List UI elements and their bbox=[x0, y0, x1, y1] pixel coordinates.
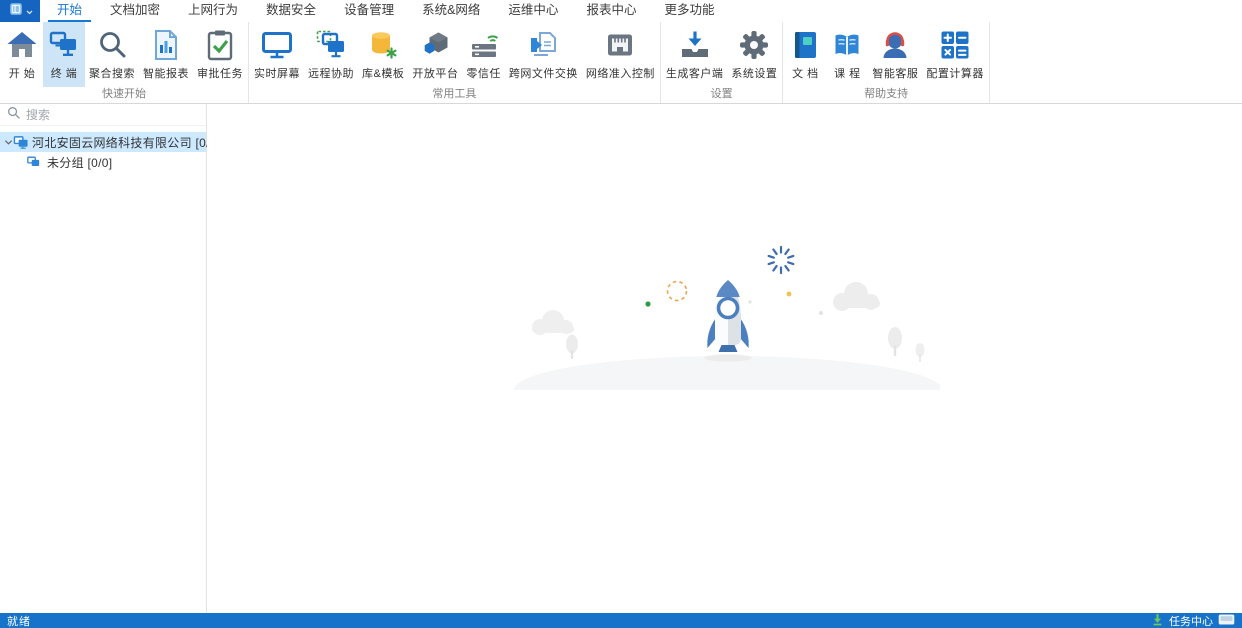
ribbon-button-label: 审批任务 bbox=[197, 65, 243, 81]
ribbon-button-生成客户端[interactable]: 生成客户端 bbox=[662, 22, 728, 87]
ribbon-group: 文 档课 程智能客服配置计算器帮助支持 bbox=[783, 22, 990, 103]
group-icon bbox=[26, 155, 44, 169]
library-template-icon bbox=[367, 29, 399, 61]
app-menu-button[interactable] bbox=[0, 0, 40, 22]
ribbon-button-label: 开放平台 bbox=[412, 65, 458, 81]
chevron-down-icon[interactable] bbox=[4, 138, 13, 147]
tab-数据安全[interactable]: 数据安全 bbox=[252, 0, 330, 22]
ribbon-button-label: 终 端 bbox=[51, 65, 78, 81]
document-icon bbox=[789, 29, 821, 61]
ribbon-button-label: 聚合搜索 bbox=[89, 65, 135, 81]
tree-node[interactable]: 河北安固云网络科技有限公司 [0/0] bbox=[0, 132, 206, 152]
ribbon-button-审批任务[interactable]: 审批任务 bbox=[193, 22, 247, 87]
tab-报表中心[interactable]: 报表中心 bbox=[572, 0, 650, 22]
ribbon-button-label: 实时屏幕 bbox=[254, 65, 300, 81]
ribbon-button-系统设置[interactable]: 系统设置 bbox=[727, 22, 781, 87]
ribbon-group-name: 帮助支持 bbox=[784, 87, 988, 103]
ribbon-button-实时屏幕[interactable]: 实时屏幕 bbox=[250, 22, 304, 87]
sidebar: 河北安固云网络科技有限公司 [0/0] 未分组 [0/0] bbox=[0, 104, 207, 613]
organization-icon bbox=[13, 135, 29, 150]
ribbon-group: 实时屏幕远程协助库&模板开放平台零信任跨网文件交换网络准入控制常用工具 bbox=[249, 22, 661, 103]
ribbon-button-跨网文件交换[interactable]: 跨网文件交换 bbox=[505, 22, 582, 87]
aggregate-search-icon bbox=[96, 29, 128, 61]
system-settings-icon bbox=[738, 29, 770, 61]
ribbon-button-label: 课 程 bbox=[834, 65, 861, 81]
ribbon-button-远程协助[interactable]: 远程协助 bbox=[304, 22, 358, 87]
app-icon bbox=[8, 1, 24, 22]
tab-文档加密[interactable]: 文档加密 bbox=[96, 0, 174, 22]
ribbon-button-label: 配置计算器 bbox=[926, 65, 984, 81]
ribbon-group-name: 常用工具 bbox=[250, 87, 659, 103]
ribbon-group-name: 快速开始 bbox=[1, 87, 247, 103]
ribbon-button-label: 远程协助 bbox=[308, 65, 354, 81]
chevron-down-icon bbox=[26, 2, 33, 20]
open-platform-icon bbox=[419, 29, 451, 61]
ribbon-group-name: 设置 bbox=[662, 87, 782, 103]
ribbon-button-终端[interactable]: 终 端 bbox=[43, 22, 85, 87]
tab-上网行为[interactable]: 上网行为 bbox=[174, 0, 252, 22]
ribbon-button-label: 智能报表 bbox=[143, 65, 189, 81]
ribbon-button-配置计算器[interactable]: 配置计算器 bbox=[922, 22, 988, 87]
tab-系统&网络[interactable]: 系统&网络 bbox=[408, 0, 494, 22]
terminal-icon bbox=[48, 29, 80, 61]
download-icon bbox=[1151, 613, 1164, 628]
task-center-label: 任务中心 bbox=[1169, 613, 1213, 628]
smart-service-icon bbox=[879, 29, 911, 61]
tab-开始[interactable]: 开始 bbox=[43, 0, 96, 22]
task-panel-icon[interactable] bbox=[1218, 614, 1235, 628]
tree-node[interactable]: 未分组 [0/0] bbox=[0, 152, 206, 172]
realtime-screen-icon bbox=[261, 29, 293, 61]
menu-tabs: 开始文档加密上网行为数据安全设备管理系统&网络运维中心报表中心更多功能 bbox=[43, 0, 728, 22]
ribbon-button-label: 文 档 bbox=[792, 65, 819, 81]
ribbon-button-label: 零信任 bbox=[466, 65, 501, 81]
org-tree: 河北安固云网络科技有限公司 [0/0] 未分组 [0/0] bbox=[0, 132, 206, 172]
tree-node-label: 河北安固云网络科技有限公司 [0/0] bbox=[32, 134, 220, 151]
ribbon-button-label: 跨网文件交换 bbox=[509, 65, 578, 81]
home-icon bbox=[6, 29, 38, 61]
ribbon-button-label: 库&模板 bbox=[362, 65, 404, 81]
statusbar: 就绪 任务中心 bbox=[0, 613, 1242, 628]
tree-node-label: 未分组 [0/0] bbox=[47, 154, 112, 171]
task-center-button[interactable]: 任务中心 bbox=[1151, 613, 1235, 628]
course-icon bbox=[831, 29, 863, 61]
ribbon-button-开放平台[interactable]: 开放平台 bbox=[408, 22, 462, 87]
generate-client-icon bbox=[679, 29, 711, 61]
network-access-icon bbox=[604, 29, 636, 61]
tab-更多功能[interactable]: 更多功能 bbox=[650, 0, 728, 22]
ribbon-button-零信任[interactable]: 零信任 bbox=[462, 22, 505, 87]
status-text: 就绪 bbox=[7, 613, 31, 628]
approval-task-icon bbox=[204, 29, 236, 61]
search-box[interactable] bbox=[0, 104, 206, 126]
ribbon-button-智能报表[interactable]: 智能报表 bbox=[139, 22, 193, 87]
zero-trust-icon bbox=[468, 29, 500, 61]
ribbon: 开 始终 端聚合搜索智能报表审批任务快速开始实时屏幕远程协助库&模板开放平台零信… bbox=[0, 22, 1242, 104]
ribbon-button-智能客服[interactable]: 智能客服 bbox=[868, 22, 922, 87]
config-calculator-icon bbox=[939, 29, 971, 61]
ribbon-button-label: 网络准入控制 bbox=[586, 65, 655, 81]
ribbon-group: 开 始终 端聚合搜索智能报表审批任务快速开始 bbox=[0, 22, 249, 103]
ribbon-button-label: 智能客服 bbox=[872, 65, 918, 81]
ribbon-group: 生成客户端系统设置设置 bbox=[661, 22, 784, 103]
ribbon-button-网络准入控制[interactable]: 网络准入控制 bbox=[582, 22, 659, 87]
tab-运维中心[interactable]: 运维中心 bbox=[494, 0, 572, 22]
ribbon-button-课程[interactable]: 课 程 bbox=[826, 22, 868, 87]
menubar: 开始文档加密上网行为数据安全设备管理系统&网络运维中心报表中心更多功能 bbox=[0, 0, 1242, 22]
main-area bbox=[207, 104, 1242, 613]
tab-设备管理[interactable]: 设备管理 bbox=[330, 0, 408, 22]
smart-report-icon bbox=[150, 29, 182, 61]
file-exchange-icon bbox=[527, 29, 559, 61]
search-icon bbox=[7, 106, 20, 124]
ribbon-button-label: 开 始 bbox=[9, 65, 36, 81]
empty-state-illustration bbox=[510, 230, 940, 390]
ribbon-button-聚合搜索[interactable]: 聚合搜索 bbox=[85, 22, 139, 87]
ribbon-button-label: 生成客户端 bbox=[666, 65, 724, 81]
ribbon-button-文档[interactable]: 文 档 bbox=[784, 22, 826, 87]
ribbon-button-库&模板[interactable]: 库&模板 bbox=[358, 22, 408, 87]
ribbon-button-label: 系统设置 bbox=[731, 65, 777, 81]
remote-assist-icon bbox=[315, 29, 347, 61]
ribbon-button-开始[interactable]: 开 始 bbox=[1, 22, 43, 87]
search-input[interactable] bbox=[26, 108, 199, 122]
